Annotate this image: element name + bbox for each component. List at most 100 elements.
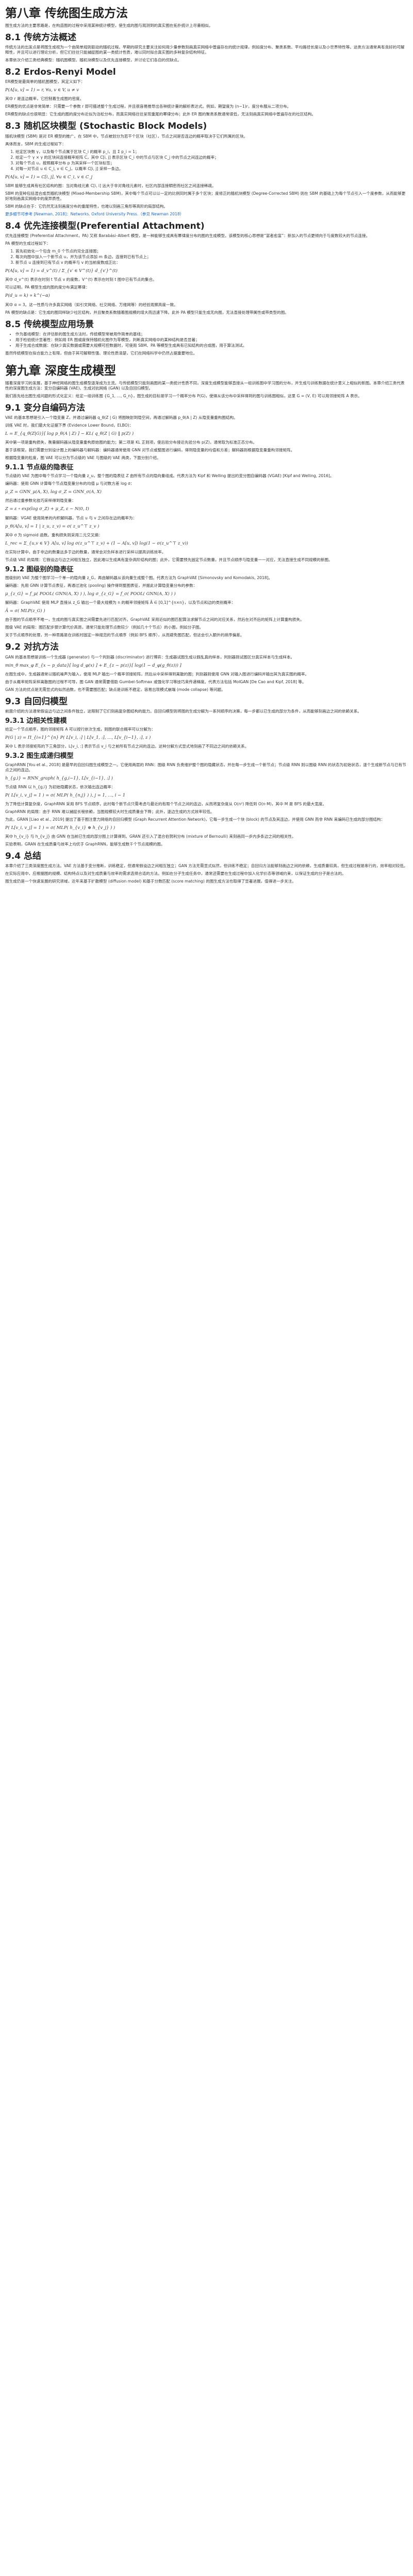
paragraph: 可以证明，PA 模型生成的图的度分布满足幂律：: [5, 285, 90, 290]
list-item: 对每个节点 u，按照概率分布 p 为其采样一个区块标签；: [15, 161, 408, 166]
paragraph: SBM 能够生成具有社区结构的图：当对角线元素 C[i, i] 远大于非对角线元…: [5, 183, 216, 188]
chapter-9-title: 第九章 深度生成模型: [5, 364, 117, 378]
list-item: 给定一个 γ × γ 的区块间连接概率矩阵 C，其中 C[i, j] 表示区块 …: [15, 155, 408, 160]
paragraph: 解码器：VGAE 使用简单的内积解码器，节点 u 与 v 之间存在边的概率为：: [5, 515, 137, 520]
list-item: 首先初始化一个包含 m_0 个节点的完全连接图；: [15, 249, 408, 254]
section-9-4-title: 9.4 总结: [5, 851, 42, 862]
paragraph: PA 模型的生成过程如下：: [5, 241, 51, 246]
chapter-8-intro: 图生成方法的主要思路是，在构造图的过程中采用某种统计模型，使生成的图与观测到的真…: [5, 23, 213, 28]
paragraph: GAN 方法的优点是无需显式的似然函数，也不需要图匹配；缺点是训练不稳定，容易出…: [5, 687, 225, 692]
paragraph: 传统方法的出发点是将图生成视为一个由简单规则驱动的随机过程。早期的研究主要关注如…: [5, 45, 405, 55]
list-item: 对每一对节点 u ∈ C_i, v ∈ C_j，以概率 C[i, j] 采样一条…: [15, 166, 408, 172]
paragraph: 本章介绍了三类深度图生成方法。VAE 方法基于变分推断，训练稳定，但通常假设边之…: [5, 863, 408, 869]
paragraph: 节点级 RNN 以 h_{g,i} 为初始隐藏状态，依次输出连边概率：: [5, 784, 115, 789]
paragraph: 为了降低计算复杂度，GraphRNN 采用 BFS 节点顺序，此时每个新节点只需…: [5, 801, 326, 806]
list-item: 用于检验统计显著性：例如用 ER 图或度保持随机化图作为零模型，判断真实网络中的…: [15, 337, 408, 343]
paragraph: 其中 d_v^(t) 表示在时刻 t 节点 v 的度数，V^(t) 表示在时刻 …: [5, 277, 157, 282]
paragraph: VAE 的基本思想是引入一个隐变量 Z，并通过编码器 q_θ(Z | G) 将图…: [5, 415, 238, 420]
paragraph: 训练 VAE 时，我们最大化证据下界 (Evidence Lower Bound…: [5, 422, 134, 428]
equation: Z = ε ∘ exp(log σ_Z) + μ_Z, ε ~ N(0, I): [5, 506, 89, 512]
equation: min_θ max_φ E_{x ~ p_data}[ log d_φ(x) ]…: [5, 662, 181, 668]
list-item: 新节点 u 连接到已有节点 v 的概率与 v 的当前度数成正比：: [15, 260, 408, 265]
paragraph: 由于从概率矩阵采样离散图的过程不可导，图 GAN 通常需要借助 Gumbel-S…: [5, 679, 306, 684]
paragraph: 编码器：使用 GNN 计算每个节点隐变量分布的均值 μ 与对数方差 log σ：: [5, 481, 135, 486]
section-8-2-title: 8.2 Erdos-Renyi Model: [5, 67, 116, 78]
paragraph: 其中 σ 为 sigmoid 函数。重构损失则采用二元交叉熵：: [5, 532, 103, 537]
paragraph: 图生成仍是一个快速发展的研究领域，近年来基于扩散模型 (diffusion mo…: [5, 879, 296, 884]
paragraph: PA 模型的缺点是：它生成的图同样缺少社区结构，并且聚类系数随着图规模的增大而迅…: [5, 310, 289, 315]
section-9-1-title: 9.1 变分自编码方法: [5, 402, 86, 413]
equation: P( L[v_i, v_j] = 1 ) = σ( MLP( h_{n,j} )…: [5, 792, 126, 798]
paragraph: ER模型的缺点也很明显：它生成的图的度分布近似为泊松分布，而真实网络往往呈现重尾…: [5, 112, 316, 117]
document-page: 第八章 传统图生成方法 图生成方法的主要思路是，在构造图的过程中采用某种统计模型…: [0, 0, 413, 897]
equation: P(G | z) = Π_{i=1}^{n} P( L[v_i, :] | L[…: [5, 735, 151, 740]
section-8-5-title: 8.5 传统模型应用场景: [5, 319, 94, 330]
paragraph: 基于该框架，我们需要分别设计图上的编码器与解码器：编码器通常使用 GNN 对节点…: [5, 448, 295, 453]
equation: μ_Z = GNN_μ(A, X), log σ_Z = GNN_σ(A, X): [5, 489, 102, 495]
paragraph: 解码器：GraphVAE 使用 MLP 直接从 z_G 输出一个最大规模为 n …: [5, 600, 236, 605]
section-8-4-title: 8.4 优先连接模型(Preferential Attachment): [5, 221, 205, 231]
equation: Ã = σ( MLP(z_G) ): [5, 608, 45, 614]
paragraph: SBM 的变种包括混合成员随机块模型 (Mixed-Membership SBM…: [5, 191, 406, 201]
section-9-1-2-title: 9.1.2 图级别的隐表征: [5, 565, 74, 573]
paragraph: 根据隐变量的粒度，图 VAE 可以分为节点级的 VAE 与图级的 VAE 两类，…: [5, 455, 161, 461]
paragraph: 其中 h_{v_i} 与 h_{v_j} 由 GNN 在当前已生成的部分图上计算…: [5, 834, 296, 839]
list-item: 每次向图中加入一个新节点 u，并为该节点添加 m 条边，连接到已有节点上；: [15, 255, 408, 260]
paragraph: 在实际计算中，由于非边的数量远多于边的数量，通常会对负样本进行采样以提高训练效率…: [5, 549, 166, 554]
equation: L = E_{q_θ(Z|G)}[ log p_θ(A | Z) ] − KL(…: [5, 430, 134, 436]
paragraph: 在实际应用中，应根据图的规模、结构特点以及对生成质量与效率的需求选择合适的方法。…: [5, 871, 346, 876]
equation: P(A[u, v] = 1) = r, ∀u, v ∈ V, u ≠ v: [5, 87, 79, 93]
paragraph: 给定一个节点顺序，图的邻接矩阵 A 可以按行依次生成，则图的联合概率可以分解为：: [5, 727, 155, 732]
paragraph: 优先连接模型 (Preferential Attachment，PA) 又称 B…: [5, 233, 370, 239]
equation: μ_{z_G} = f_μ( POOL( GNN(A, X) ) ), log …: [5, 591, 176, 597]
paragraph: 其中第一项是重构损失，衡量解码器从隐变量重构原始图的能力；第二项是 KL 正则项…: [5, 440, 257, 445]
paragraph: ER模型的优点是非常简单：只需要一个参数 r 即可描述整个生成过程，并且很容易推…: [5, 104, 291, 109]
equation: P(A[u, v] = 1) = d_v^(t) / Σ_{v′ ∈ V^(t)…: [5, 268, 118, 274]
paragraph: 实验表明，GRAN 在生成质量与效率上均优于 GraphRNN，能够生成数千个节…: [5, 842, 165, 847]
paragraph: 然后通过重参数化技巧采样得到隐变量：: [5, 498, 76, 503]
equation: P(d_u = k) ∝ k^(−α): [5, 293, 50, 298]
paragraph: GAN 的基本思想是训练一个生成器 (generator) 与一个判别器 (di…: [5, 654, 295, 659]
paragraph: 图级别的 VAE 为整个图学习一个单一的隐向量 z_G，再由解码器从该向量生成整…: [5, 575, 273, 581]
section-9-3-1-title: 9.3.1 边相关性建模: [5, 717, 67, 725]
paragraph: ER模型是最简单的随机图模型，其定义如下：: [5, 79, 85, 84]
sbm-steps-list: 给定区块数 γ，以及每个节点属于区块 C_i 的概率 p_i，且 Σ p_i =…: [5, 149, 408, 172]
paragraph: 具体而言，SBM 的生成过程如下：: [5, 141, 66, 146]
chapter-9-intro: 随着深度学习的发展，基于神经网络的图生成模型逐渐成为主流。与传统模型只能刻画图的…: [5, 380, 405, 391]
chapter-8-title: 第八章 传统图生成方法: [5, 7, 128, 20]
paragraph: 我们首先给出图生成问题的形式化定义：给定一组训练图 {G_1, …, G_n}，…: [5, 393, 362, 398]
paragraph: GraphRNN 的局限：由于 RNN 难以捕捉长程依赖，当图规模较大时生成质量…: [5, 809, 214, 814]
paragraph: 由于图的节点顺序不唯一，生成的图与真实图之间需要先进行匹配对齐。GraphVAE…: [5, 617, 304, 622]
pa-steps-list: 首先初始化一个包含 m_0 个节点的完全连接图； 每次向图中加入一个新节点 u，…: [5, 249, 408, 265]
paragraph: 图级 VAE 的局限：图匹配步骤计算代价高昂，通常只能处理节点数较少（例如几十个…: [5, 625, 204, 630]
paragraph: 其中 α = 3。这一性质与许多真实网络（如引文网络、社交网络、万维网等）的经验…: [5, 302, 178, 307]
paragraph: 编码器：先用 GNN 计算节点表征，再通过池化 (pooling) 操作得到整图…: [5, 583, 197, 588]
section-8-1-title: 8.1 传统方法概述: [5, 32, 77, 43]
paragraph: 节点级 VAE 的局限：它假设边与边之间相互独立，因此难以生成具有复杂高阶结构的…: [5, 557, 333, 562]
reference-note[interactable]: 更多细节可参考 [Newman, 2018]：Networks. Oxford …: [5, 212, 408, 217]
paragraph: 随机块模型 (SBM) 是对 ER 模型的推广。在 SBM 中，节点被划分为若干…: [5, 133, 247, 139]
paragraph: 其中 r 是连边概率，它控制着生成图的密度。: [5, 96, 84, 101]
equation: P(A[u, v] = 1) = C[i, j], ∀u ∈ C_i, v ∈ …: [5, 174, 93, 179]
section-8-3-title: 8.3 随机区块模型 (Stochastic Block Models): [5, 121, 207, 132]
list-item: 给定区块数 γ，以及每个节点属于区块 C_i 的概率 p_i，且 Σ p_i =…: [15, 149, 408, 155]
paragraph: SBM 的缺点在于：它仍然无法刻画度分布的重尾特性，也难以刻画三角形等高阶的局部…: [5, 204, 168, 209]
paragraph: 本章依次介绍三类经典模型：随机图模型、随机块模型以及优先连接模型，并讨论它们各自…: [5, 58, 181, 63]
equation: h_{g,i} = RNN_graph( h_{g,i−1}, L[v_{i−1…: [5, 775, 113, 781]
equation: L_rec = Σ_{u,v ∈ V} A[u, v] log σ(z_u^⊤ …: [5, 540, 188, 546]
paragraph: 为此，GRAN [Liao et al., 2019] 提出了基于图注意力网络的…: [5, 817, 385, 822]
equation: p_θ(A[u, v] = 1 | z_u, z_v) = σ( z_u^⊤ z…: [5, 523, 100, 529]
paragraph: 关于节点顺序的处理，另一种思路是在训练时固定一种规范的节点顺序（例如 BFS 顺…: [5, 633, 244, 638]
paragraph: 节点级的 VAE 为图中每个节点学习一个隐向量 z_u，整个图的隐表征 Z 由所…: [5, 473, 334, 479]
section-9-3-2-title: 9.3.2 图生成递归模型: [5, 752, 74, 760]
equation: P( L[v_i, v_j] = 1 ) = σ( MLP( h_{v_i} ⊕…: [5, 824, 115, 830]
paragraph: 虽然传统模型在拟合能力上有限，但由于其可解释性强、理论性质清楚，它们在网络科学中…: [5, 350, 197, 355]
section-9-1-1-title: 9.1.1 节点级的隐表征: [5, 464, 74, 472]
paragraph: 前面介绍的方法通常假设边与边之间条件独立，这限制了它们刻画复杂图结构的能力。自回…: [5, 709, 362, 714]
section-9-3-title: 9.3 自回归模型: [5, 696, 68, 707]
paragraph: 在图生成中，生成器通常以随机噪声为输入，使用 MLP 输出一个概率邻接矩阵，然后…: [5, 671, 309, 676]
list-item: 作为基线模型：在评估新的图生成方法时，传统模型常被用作简单的基线；: [15, 332, 408, 337]
section-9-2-title: 9.2 对抗方法: [5, 642, 59, 653]
list-item: 用于生成合成数据：在缺少真实数据或需要大规模可控数据时，可使用 SBM、PA 等…: [15, 343, 408, 348]
paragraph: GraphRNN [You et al., 2018] 是最早的自回归图生成模型…: [5, 762, 406, 772]
